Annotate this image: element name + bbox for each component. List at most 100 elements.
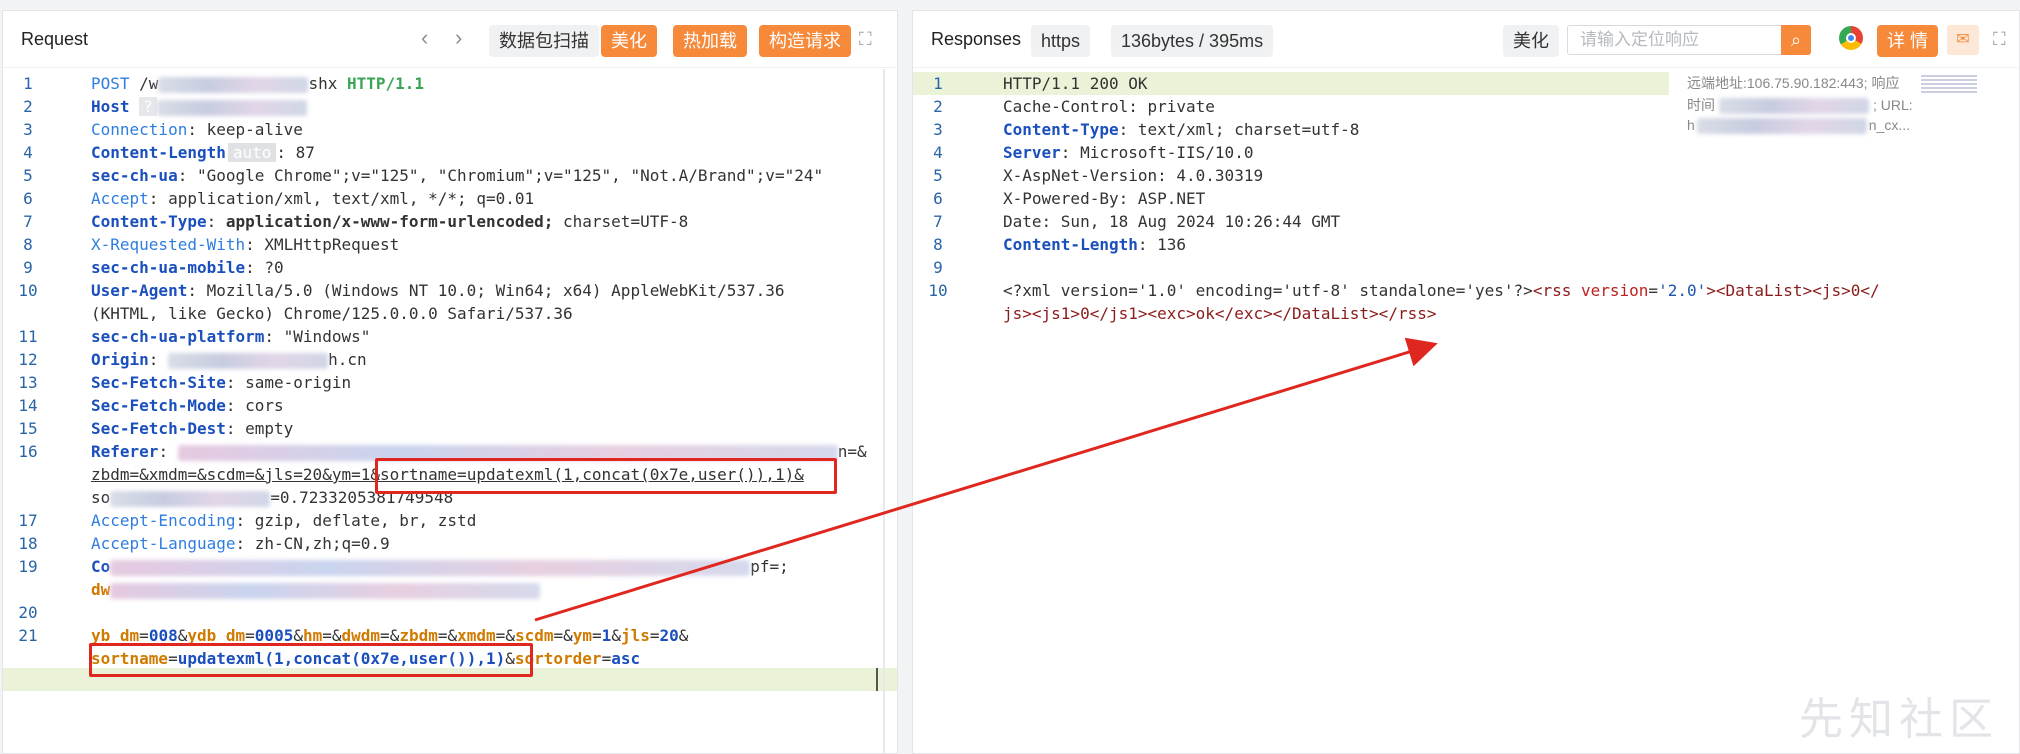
scrollbar[interactable]: [883, 69, 885, 753]
hot-load-button[interactable]: 热加载: [673, 25, 747, 57]
response-panel: Responses https 136bytes / 395ms 美化 ⌕ 详 …: [912, 10, 2020, 754]
cookie-fragment: dw: [91, 580, 111, 599]
response-viewer[interactable]: 1 HTTP/1.1 200 OK 2 Cache-Control: private…: [913, 68, 2019, 753]
code-line: 5 sec-ch-ua: "Google Chrome";v="125", "Ch…: [23, 166, 824, 185]
auto-badge[interactable]: auto: [227, 143, 277, 162]
code-line: 15 Sec-Fetch-Dest: empty: [18, 419, 294, 438]
header-key: X-Requested-With: [91, 235, 246, 254]
header-value: 4.0.30319: [1176, 166, 1264, 185]
header-value: Sun, 18 Aug 2024 10:26:44 GMT: [1060, 212, 1341, 231]
search-icon[interactable]: ⌕: [1781, 25, 1811, 55]
header-key: sec-ch-ua-mobile: [91, 258, 246, 277]
body-param-key: ym: [572, 626, 593, 645]
url-end: n_cx...: [1868, 117, 1911, 133]
code-line: 13 Sec-Fetch-Site: same-origin: [18, 373, 352, 392]
body-value-sortorder: asc: [611, 649, 641, 668]
request-editor[interactable]: 1 POST /w shx HTTP/1.1 2 Host ? 3 Connection…: [3, 68, 897, 753]
header-key: Sec-Fetch-Site: [91, 373, 226, 392]
search-input[interactable]: [1578, 26, 1782, 54]
time-label: 时间: [1687, 97, 1715, 113]
header-value: keep-alive: [206, 120, 303, 139]
expand-icon[interactable]: ⛶: [1993, 29, 2006, 50]
path-end: shx: [308, 74, 338, 93]
xml-body: ><DataList><js>0</: [1706, 281, 1880, 300]
response-url: h n_cx...: [1687, 117, 1911, 135]
header-value: "Windows": [283, 327, 371, 346]
chrome-icon[interactable]: [1839, 26, 1863, 50]
header-key: Host: [91, 97, 130, 116]
chevron-right-icon[interactable]: ›: [455, 25, 462, 51]
header-value: h.cn: [328, 350, 367, 369]
code-line: 4 Content-Length auto: 87: [23, 143, 315, 162]
http-method: POST: [91, 74, 130, 93]
beautify-button[interactable]: 美化: [601, 25, 657, 57]
code-line-wrap: (KHTML, like Gecko) Chrome/125.0.0.0 Saf…: [3, 302, 897, 325]
header-key: X-Powered-By: [1003, 189, 1119, 208]
code-line: 14 Sec-Fetch-Mode: cors: [18, 396, 284, 415]
header-key: Date: [1003, 212, 1042, 231]
header-value: n=&: [837, 442, 867, 461]
request-header: Request ‹ › 数据包扫描 美化 热加载 构造请求 ⛶: [3, 11, 897, 68]
header-key: Co: [91, 557, 111, 576]
url-label: ; URL:: [1873, 97, 1913, 113]
xml-attr: version: [1580, 281, 1649, 300]
header-value: 87: [295, 143, 315, 162]
code-line: 7 Date: Sun, 18 Aug 2024 10:26:44 GMT: [933, 212, 1341, 231]
beautify-button[interactable]: 美化: [1503, 25, 1559, 57]
header-value-bold: application/x-www-form-urlencoded;: [225, 212, 554, 231]
code-line: 9: [933, 258, 943, 277]
header-value: XMLHttpRequest: [264, 235, 400, 254]
code-line: 3 Connection: keep-alive: [23, 120, 303, 139]
header-key: Connection: [91, 120, 188, 139]
code-line: 12 Origin: h.cn: [18, 350, 367, 369]
detail-button[interactable]: 详 情: [1877, 25, 1939, 57]
chevron-left-icon[interactable]: ‹: [421, 25, 428, 51]
header-value: (KHTML, like Gecko) Chrome/125.0.0.0 Saf…: [91, 304, 573, 323]
comment-icon[interactable]: ✉: [1947, 25, 1979, 55]
code-line: 10 User-Agent: Mozilla/5.0 (Windows NT 10…: [18, 281, 785, 300]
minimap[interactable]: [1921, 73, 1977, 93]
referer-params: zbdm=&xmdm=&scdm=&jls=20&ym=1: [91, 465, 371, 484]
header-value: charset=UTF-8: [553, 212, 689, 231]
http-version: HTTP/1.1: [346, 74, 425, 93]
scheme-badge: https: [1031, 25, 1091, 57]
header-key: X-AspNet-Version: [1003, 166, 1158, 185]
request-panel: Request ‹ › 数据包扫描 美化 热加载 构造请求 ⛶ 1 POST /w…: [2, 10, 898, 754]
header-value: gzip, deflate, br, zstd: [254, 511, 477, 530]
response-time-label: 时间 ; URL:: [1687, 95, 1913, 115]
header-key: Content-Length: [1003, 235, 1138, 254]
code-line: 8 Content-Length: 136: [933, 235, 1187, 254]
header-value: pf=;: [750, 557, 789, 576]
header-value: 136: [1157, 235, 1187, 254]
code-line-wrap: dw: [3, 578, 897, 601]
build-request-button[interactable]: 构造请求: [759, 25, 851, 57]
header-key: Sec-Fetch-Dest: [91, 419, 226, 438]
header-value: zh-CN,zh;q=0.9: [254, 534, 390, 553]
header-key: Accept-Encoding: [91, 511, 236, 530]
expand-icon[interactable]: ⛶: [859, 29, 872, 50]
header-key: Content-Type: [1003, 120, 1119, 139]
header-value: ASP.NET: [1137, 189, 1206, 208]
remote-address: 远端地址:106.75.90.182:443; 响应: [1687, 75, 1900, 91]
packet-scan-button[interactable]: 数据包扫描: [489, 25, 599, 57]
code-line: 1 POST /w shx HTTP/1.1: [23, 74, 425, 93]
header-key: Origin: [91, 350, 149, 369]
header-value: same-origin: [245, 373, 352, 392]
code-line: 10 <?xml version='1.0' encoding='utf-8' s…: [928, 281, 1880, 300]
path-start: /w: [139, 74, 159, 93]
header-value: text/xml; charset=utf-8: [1137, 120, 1360, 139]
response-title: Responses: [931, 29, 1022, 49]
search-box[interactable]: [1567, 25, 1791, 55]
code-line: 2 Host ?: [3, 95, 897, 118]
header-key: Server: [1003, 143, 1061, 162]
xml-attr-value: '2.0': [1658, 281, 1707, 300]
response-stats: 136bytes / 395ms: [1111, 25, 1274, 57]
header-key: sec-ch-ua: [91, 166, 178, 185]
header-key: Content-Length: [91, 143, 226, 162]
header-key: User-Agent: [91, 281, 188, 300]
code-line: 6 X-Powered-By: ASP.NET: [933, 189, 1206, 208]
code-line: 18 Accept-Language: zh-CN,zh;q=0.9: [18, 534, 390, 553]
xml-body: js><js1>0</js1><exc>ok</exc></DataList><…: [1003, 304, 1437, 323]
url-start: h: [1687, 117, 1695, 133]
header-key: Cache-Control: [1003, 97, 1129, 116]
